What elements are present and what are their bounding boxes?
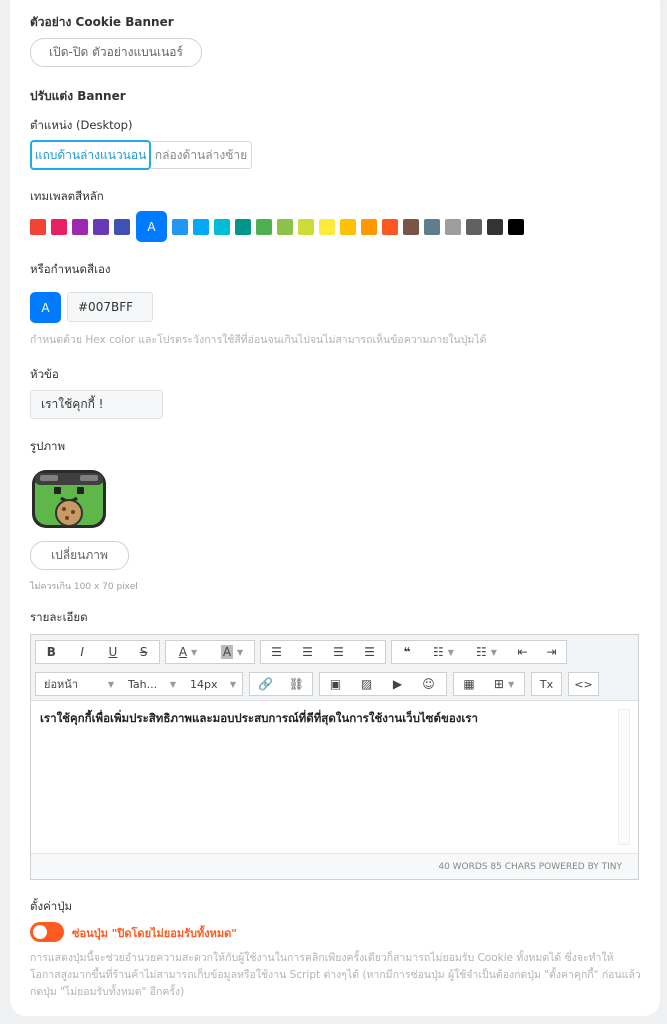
color-swatch[interactable] xyxy=(466,219,482,235)
special-char-icon[interactable]: ▦ xyxy=(454,673,484,695)
editor-content[interactable]: เราใช้คุกกี้เพื่อเพิ่มประสิทธิภาพและมอบป… xyxy=(31,701,638,737)
template-colors-label: เทมเพลตสีหลัก xyxy=(30,189,104,203)
color-swatch[interactable] xyxy=(361,219,377,235)
cookie-jar-icon xyxy=(30,468,108,530)
color-swatch[interactable] xyxy=(193,219,209,235)
position-option-bottom-left-box[interactable]: กล่องด้านล่างซ้าย xyxy=(151,141,252,169)
color-swatch[interactable] xyxy=(277,219,293,235)
align-right-icon[interactable]: ☰ xyxy=(323,641,354,663)
color-swatch[interactable] xyxy=(114,219,130,235)
source-code-icon[interactable]: <> xyxy=(569,673,598,695)
color-swatch[interactable] xyxy=(445,219,461,235)
color-swatch[interactable] xyxy=(256,219,272,235)
toggle-preview-button[interactable]: เปิด-ปิด ตัวอย่างแบนเนอร์ xyxy=(30,38,202,67)
change-image-button[interactable]: เปลี่ยนภาพ xyxy=(30,541,129,570)
button-settings-label: ตั้งค่าปุ่ม xyxy=(30,899,73,913)
table-icon[interactable]: ⊞ ▼ xyxy=(484,673,524,695)
details-label: รายละเอียด xyxy=(30,610,88,624)
italic-button[interactable]: I xyxy=(67,641,98,663)
hex-color-input[interactable]: #007BFF xyxy=(67,292,153,322)
clear-format-icon[interactable]: Tx xyxy=(532,673,561,695)
title-label: หัวข้อ xyxy=(30,367,59,381)
indent-icon[interactable]: ⇥ xyxy=(537,641,566,663)
hide-reject-all-toggle[interactable] xyxy=(30,922,64,942)
color-swatch[interactable] xyxy=(340,219,356,235)
color-swatch-selected[interactable]: A xyxy=(136,211,167,242)
position-label: ตำแหน่ง (Desktop) xyxy=(30,118,133,132)
editor-status-bar: 40 WORDS 85 CHARS POWERED BY TINY xyxy=(31,853,638,879)
custom-color-preview[interactable]: A xyxy=(30,292,61,323)
color-swatch[interactable] xyxy=(51,219,67,235)
link-icon[interactable]: 🔗 xyxy=(250,673,281,695)
color-swatch[interactable] xyxy=(424,219,440,235)
font-size-select[interactable]: 14px ▼ xyxy=(182,673,242,695)
blockquote-button[interactable]: ❝ xyxy=(392,641,422,663)
text-color-button[interactable]: A ▼ xyxy=(166,641,210,663)
editor-scrollbar[interactable] xyxy=(618,709,630,845)
bullet-list-icon[interactable]: ☷ ▼ xyxy=(422,641,465,663)
strikethrough-button[interactable]: S xyxy=(128,641,159,663)
underline-button[interactable]: U xyxy=(98,641,129,663)
title-input[interactable]: เราใช้คุกกี้ ! xyxy=(30,390,163,419)
chevron-down-icon: ▼ xyxy=(191,647,198,657)
color-swatch[interactable] xyxy=(214,219,230,235)
color-swatch[interactable] xyxy=(319,219,335,235)
color-swatch[interactable] xyxy=(487,219,503,235)
image-size-hint: ไม่ควรเกิน 100 x 70 pixel xyxy=(30,582,138,592)
color-swatch[interactable] xyxy=(93,219,109,235)
hide-reject-all-label: ซ่อนปุ่ม "ปิดโดยไม่ยอมรับทั้งหมด" xyxy=(72,927,237,940)
customize-heading: ปรับแต่ง Banner xyxy=(30,89,126,103)
insert-image-icon[interactable]: ▨ xyxy=(351,673,382,695)
emoticon-icon[interactable]: ☺ xyxy=(413,673,444,695)
unlink-icon[interactable]: ⛓ xyxy=(281,673,312,695)
color-swatch[interactable] xyxy=(403,219,419,235)
rich-text-editor: B I U S A ▼ A ▼ ☰ ☰ ☰ ☰ ❝ ☷ ▼ ☷ ▼ ⇤ ⇥ ย่อหน้… xyxy=(30,634,639,880)
format-select[interactable]: ย่อหน้า ▼ xyxy=(36,673,120,695)
color-swatch[interactable] xyxy=(382,219,398,235)
button-settings-help: การแสดงปุ่มนี้จะช่วยอำนวยความสะดวกให้กับ… xyxy=(30,952,641,998)
color-swatch[interactable] xyxy=(508,219,524,235)
custom-color-label: หรือกำหนดสีเอง xyxy=(30,262,111,276)
preview-heading: ตัวอย่าง Cookie Banner xyxy=(30,15,174,29)
align-center-icon[interactable]: ☰ xyxy=(292,641,323,663)
editor-toolbar-row-2: ย่อหน้า ▼ Tah... ▼ 14px ▼ 🔗 ⛓ ▣ ▨ ▶ ☺ ▦ ⊞ ▼ … xyxy=(31,669,638,701)
color-swatch[interactable] xyxy=(172,219,188,235)
color-swatch[interactable] xyxy=(298,219,314,235)
numbered-list-icon[interactable]: ☷ ▼ xyxy=(465,641,508,663)
align-left-icon[interactable]: ☰ xyxy=(261,641,292,663)
insert-media-icon[interactable]: ▶ xyxy=(382,673,413,695)
outdent-icon[interactable]: ⇤ xyxy=(508,641,537,663)
custom-color-help: กำหนดด้วย Hex color และโปรดระวังการใช้สี… xyxy=(30,334,487,346)
color-swatch[interactable] xyxy=(72,219,88,235)
color-swatch[interactable] xyxy=(30,219,46,235)
color-swatch[interactable] xyxy=(235,219,251,235)
chevron-down-icon: ▼ xyxy=(237,647,244,657)
background-color-button[interactable]: A ▼ xyxy=(210,641,254,663)
font-family-select[interactable]: Tah... ▼ xyxy=(120,673,182,695)
toggle-knob xyxy=(33,925,47,939)
image-gallery-icon[interactable]: ▣ xyxy=(320,673,351,695)
image-label: รูปภาพ xyxy=(30,439,66,453)
position-option-bottom-bar[interactable]: แถบด้านล่างแนวนอน xyxy=(30,140,151,170)
editor-content-area[interactable]: เราใช้คุกกี้เพื่อเพิ่มประสิทธิภาพและมอบป… xyxy=(31,701,638,853)
align-justify-icon[interactable]: ☰ xyxy=(354,641,385,663)
bold-button[interactable]: B xyxy=(36,641,67,663)
editor-toolbar-row-1: B I U S A ▼ A ▼ ☰ ☰ ☰ ☰ ❝ ☷ ▼ ☷ ▼ ⇤ ⇥ xyxy=(31,635,638,669)
